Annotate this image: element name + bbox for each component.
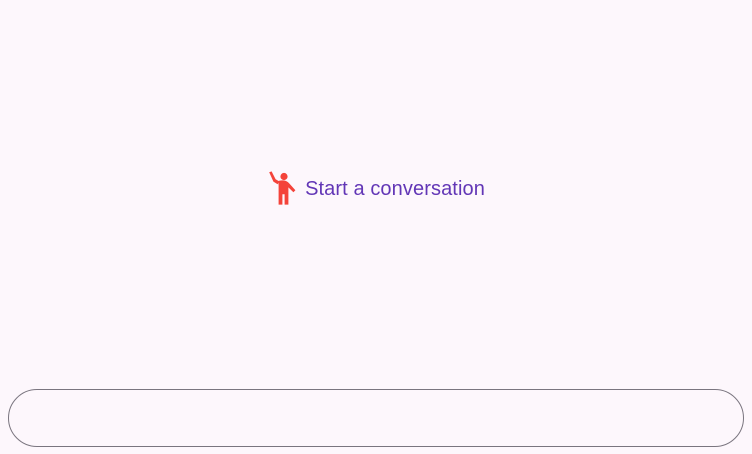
message-input-container[interactable] (8, 389, 744, 447)
chat-screen: Start a conversation (0, 0, 752, 454)
message-input[interactable] (33, 408, 719, 428)
waving-person-icon (267, 171, 297, 205)
empty-conversation-state: Start a conversation (0, 170, 752, 206)
empty-state-label: Start a conversation (305, 177, 485, 200)
